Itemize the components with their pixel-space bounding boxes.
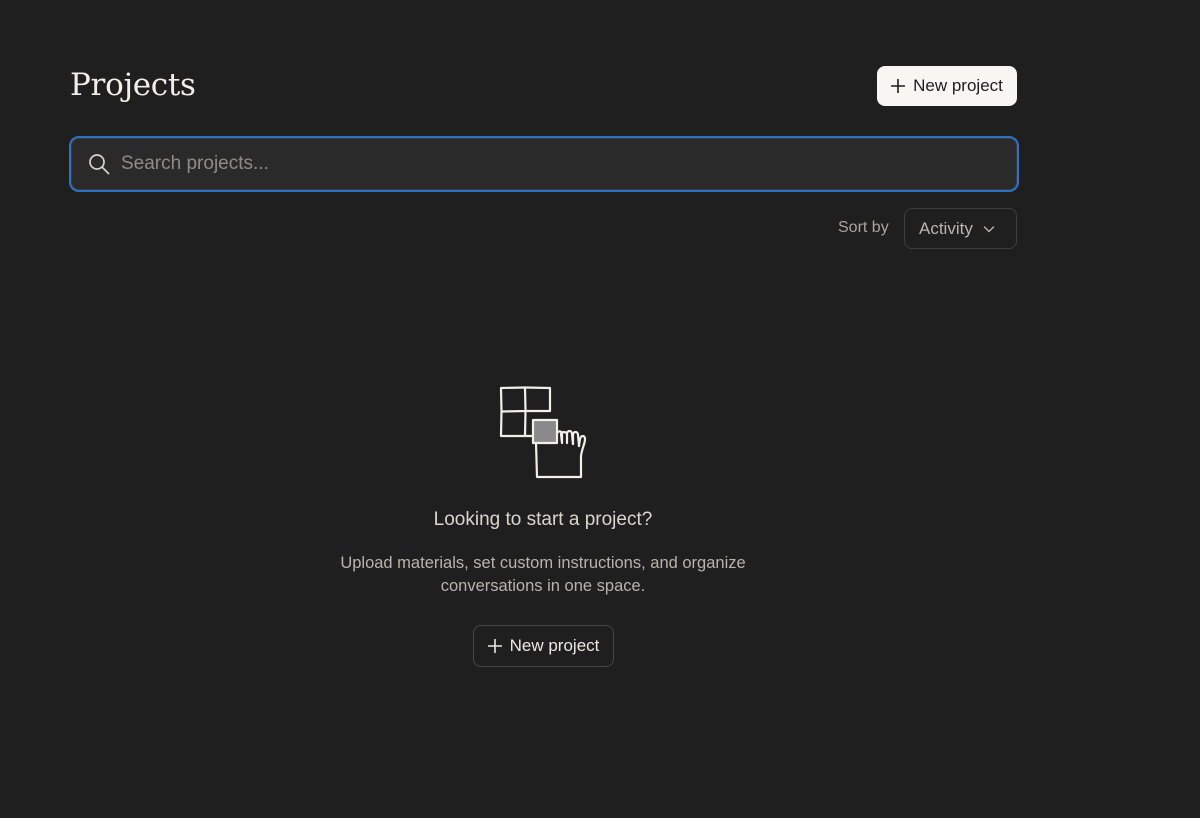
page-title: Projects — [70, 67, 196, 103]
sort-by-label: Sort by — [838, 219, 889, 236]
empty-state-heading: Looking to start a project? — [433, 509, 653, 530]
sort-dropdown[interactable]: Activity — [904, 208, 1017, 249]
plus-icon — [487, 639, 502, 653]
chevron-down-icon — [983, 225, 995, 232]
sort-selected-value: Activity — [919, 218, 973, 238]
projects-page: Projects New project Sort by Activity — [0, 0, 1200, 818]
new-project-button-label: New project — [913, 76, 1003, 95]
empty-state-description: Upload materials, set custom instruction… — [340, 554, 746, 595]
plus-icon — [891, 79, 906, 93]
new-project-button-label: New project — [509, 636, 600, 655]
hand-grid-illustration-icon — [499, 386, 587, 479]
new-project-button-header[interactable]: New project — [877, 66, 1017, 106]
search-input[interactable] — [119, 143, 1017, 185]
new-project-button-empty-state[interactable]: New project — [473, 625, 614, 667]
search-icon — [89, 154, 110, 175]
search-bar[interactable] — [69, 136, 1019, 192]
